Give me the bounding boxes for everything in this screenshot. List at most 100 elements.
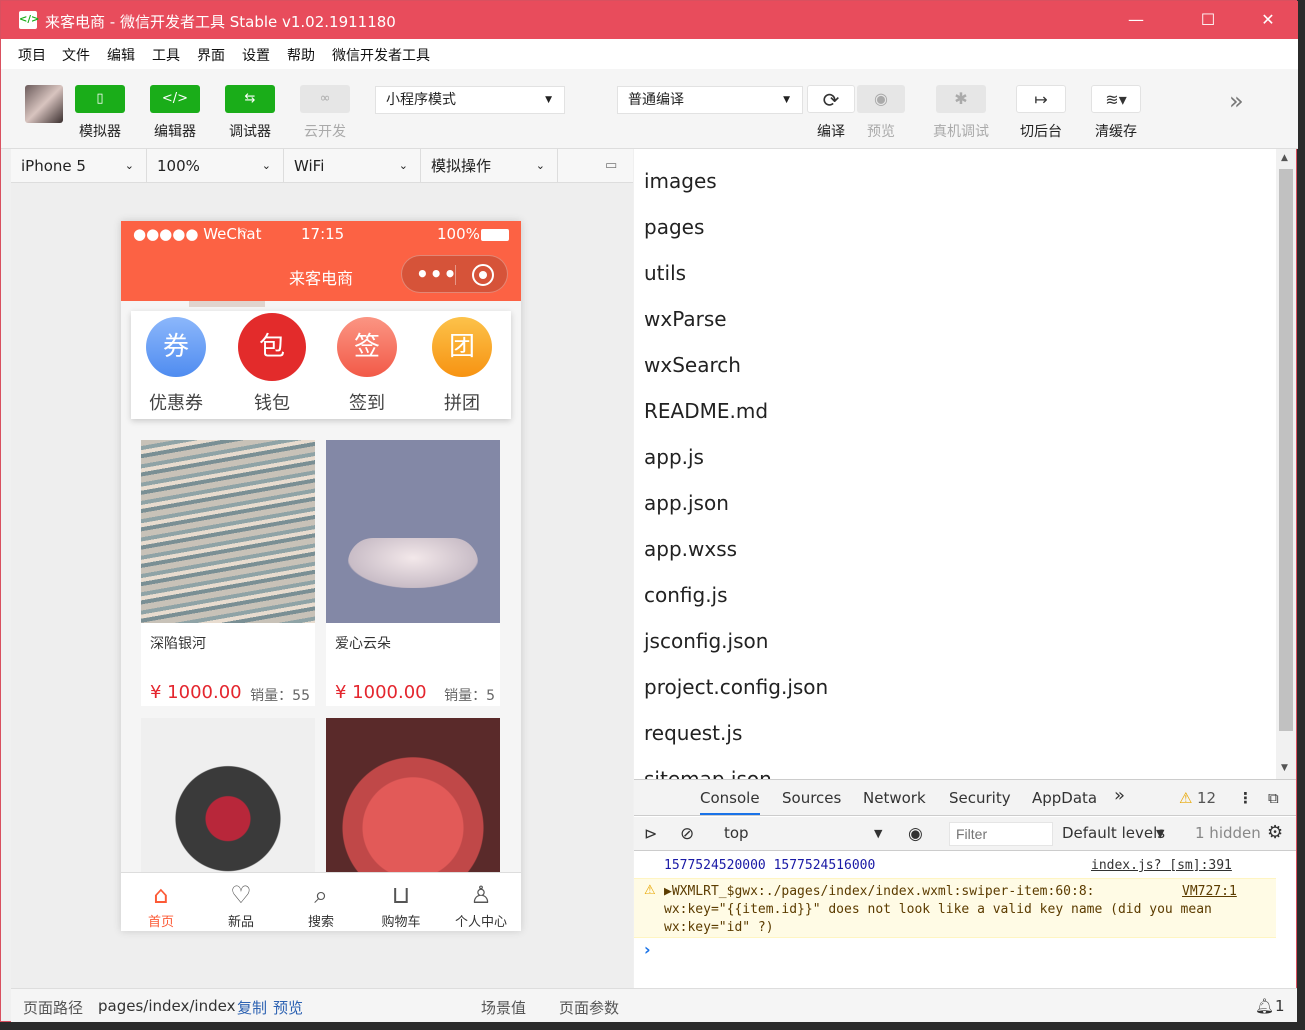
device-select[interactable]: iPhone 5 ⌄ (11, 149, 147, 183)
wallet-entry[interactable]: 包 钱包 (234, 313, 310, 415)
scroll-down-icon[interactable]: ▼ (1281, 763, 1288, 773)
remote-debug-button[interactable]: ✱ (936, 85, 986, 113)
compile-button[interactable]: ⟳ (807, 85, 855, 113)
tab-console[interactable]: Console (700, 789, 760, 815)
zoom-select[interactable]: 100% ⌄ (147, 149, 284, 183)
product-card[interactable]: 深陷银河 ¥ 1000.00 销量：55 (141, 440, 315, 706)
warning-icon: ⚠ (644, 883, 656, 898)
bell-icon[interactable]: 🔔︎ (1255, 997, 1274, 1015)
file-item[interactable]: wxParse (644, 307, 727, 331)
scroll-up-icon[interactable]: ▲ (1281, 153, 1288, 163)
avatar[interactable] (25, 85, 63, 123)
clear-console-icon[interactable]: ⊘ (680, 824, 694, 844)
menu-project[interactable]: 项目 (18, 45, 46, 65)
file-tree-scrollbar[interactable]: ▲ ▼ (1276, 149, 1296, 779)
checkin-entry[interactable]: 签 签到 (329, 317, 405, 415)
levels-select[interactable]: Default levels (1062, 824, 1165, 842)
file-item[interactable]: utils (644, 261, 686, 285)
tab-profile[interactable]: ♙ 个人中心 (441, 873, 521, 931)
coupon-icon: 券 (146, 317, 206, 377)
console-prompt[interactable]: › (644, 940, 651, 959)
menu-help[interactable]: 帮助 (287, 45, 315, 65)
tab-cart[interactable]: ⊔ 购物车 (361, 873, 441, 931)
file-item[interactable]: pages (644, 215, 704, 239)
compile-select[interactable]: 普通编译 ▼ (617, 86, 803, 114)
mode-select[interactable]: 小程序模式 ▼ (375, 86, 565, 114)
device-select-value: iPhone 5 (21, 157, 86, 175)
minimize-button[interactable]: — (1113, 1, 1159, 39)
menu-devtools[interactable]: 微信开发者工具 (332, 45, 430, 65)
network-select[interactable]: WiFi ⌄ (284, 149, 421, 183)
context-value[interactable]: top (724, 824, 749, 842)
background-button[interactable]: ↦ (1016, 85, 1066, 113)
tab-appdata[interactable]: AppData (1032, 789, 1097, 807)
tab-security[interactable]: Security (949, 789, 1011, 807)
tab-sources[interactable]: Sources (782, 789, 841, 807)
toolbar-more-icon[interactable]: » (1229, 87, 1244, 115)
dock-icon[interactable]: ⧉ (1268, 789, 1279, 807)
file-item[interactable]: app.json (644, 491, 729, 515)
file-item[interactable]: config.js (644, 583, 728, 607)
more-dots-icon[interactable]: ••• (416, 262, 457, 286)
operation-select[interactable]: 模拟操作 ⌄ (421, 149, 558, 183)
sidebar-toggle-icon[interactable]: ⊳ (644, 824, 657, 843)
file-item[interactable]: sitemap.json (644, 767, 772, 779)
log-source-link[interactable]: index.js? [sm]:391 (1091, 858, 1232, 873)
scene-value-button[interactable]: 场景值 (481, 997, 526, 1018)
warning-source-link[interactable]: VM727:1 (1182, 884, 1237, 899)
context-caret-icon[interactable]: ▼ (874, 827, 882, 840)
remote-debug-label: 真机调试 (933, 124, 989, 140)
debugger-button[interactable]: ⇆ (225, 85, 275, 113)
search-icon: ⌕ (314, 881, 328, 909)
kebab-menu-icon[interactable]: ⋮ (1238, 789, 1253, 807)
file-item[interactable]: app.wxss (644, 537, 737, 561)
close-button[interactable]: ✕ (1245, 1, 1291, 39)
file-item[interactable]: README.md (644, 399, 768, 423)
tab-new-label: 新品 (227, 915, 254, 930)
coupon-entry[interactable]: 券 优惠券 (138, 317, 214, 415)
product-card[interactable] (141, 718, 315, 878)
file-item[interactable]: project.config.json (644, 675, 828, 699)
file-item[interactable]: request.js (644, 721, 742, 745)
close-miniprogram-icon[interactable] (472, 264, 494, 286)
levels-caret-icon[interactable]: ▼ (1156, 827, 1164, 840)
menu-view[interactable]: 界面 (197, 45, 225, 65)
simulator-button[interactable]: ▯ (75, 85, 125, 113)
product-card[interactable] (326, 718, 500, 878)
file-item[interactable]: wxSearch (644, 353, 741, 377)
tab-network[interactable]: Network (863, 789, 926, 807)
filter-input[interactable] (949, 822, 1053, 846)
clear-cache-button[interactable]: ≋▾ (1091, 85, 1141, 113)
scrollbar-thumb[interactable] (1279, 169, 1293, 731)
tab-home[interactable]: ⌂ 首页 (121, 873, 201, 931)
eye-icon[interactable]: ◉ (908, 824, 923, 844)
product-card[interactable]: 爱心云朵 ¥ 1000.00 销量：5 (326, 440, 500, 706)
editor-button[interactable]: </> (150, 85, 200, 113)
popout-icon[interactable]: ▭ (605, 149, 617, 183)
menu-file[interactable]: 文件 (62, 45, 90, 65)
page-params-button[interactable]: 页面参数 (559, 997, 619, 1018)
tab-new[interactable]: ♡ 新品 (201, 873, 281, 931)
preview-link[interactable]: 预览 (273, 997, 303, 1018)
cloud-button[interactable]: ∞ (300, 85, 350, 113)
copy-link[interactable]: 复制 (237, 997, 267, 1018)
file-item[interactable]: app.js (644, 445, 704, 469)
checkin-icon: 签 (337, 317, 397, 377)
warning-line-1[interactable]: ▶WXMLRT_$gwx:./pages/index/index.wxml:sw… (664, 884, 1094, 899)
menu-settings[interactable]: 设置 (242, 45, 270, 65)
more-tabs-icon[interactable]: » (1114, 785, 1125, 806)
file-item[interactable]: jsconfig.json (644, 629, 768, 653)
maximize-button[interactable]: ☐ (1185, 1, 1231, 39)
capsule-menu[interactable]: ••• (401, 255, 508, 293)
menu-edit[interactable]: 编辑 (107, 45, 135, 65)
tab-search[interactable]: ⌕ 搜索 (281, 873, 361, 931)
group-buy-entry[interactable]: 团 拼团 (424, 317, 500, 415)
file-item[interactable]: images (644, 169, 717, 193)
warning-icon: ⚠ (1179, 789, 1193, 807)
wifi-icon: ⌔ (237, 226, 250, 241)
tab-search-label: 搜索 (307, 915, 334, 930)
settings-gear-icon[interactable]: ⚙ (1267, 822, 1283, 843)
preview-button[interactable]: ◉ (857, 85, 905, 113)
menu-bar: 项目 文件 编辑 工具 界面 设置 帮助 微信开发者工具 (1, 39, 1298, 69)
menu-tools[interactable]: 工具 (152, 45, 180, 65)
